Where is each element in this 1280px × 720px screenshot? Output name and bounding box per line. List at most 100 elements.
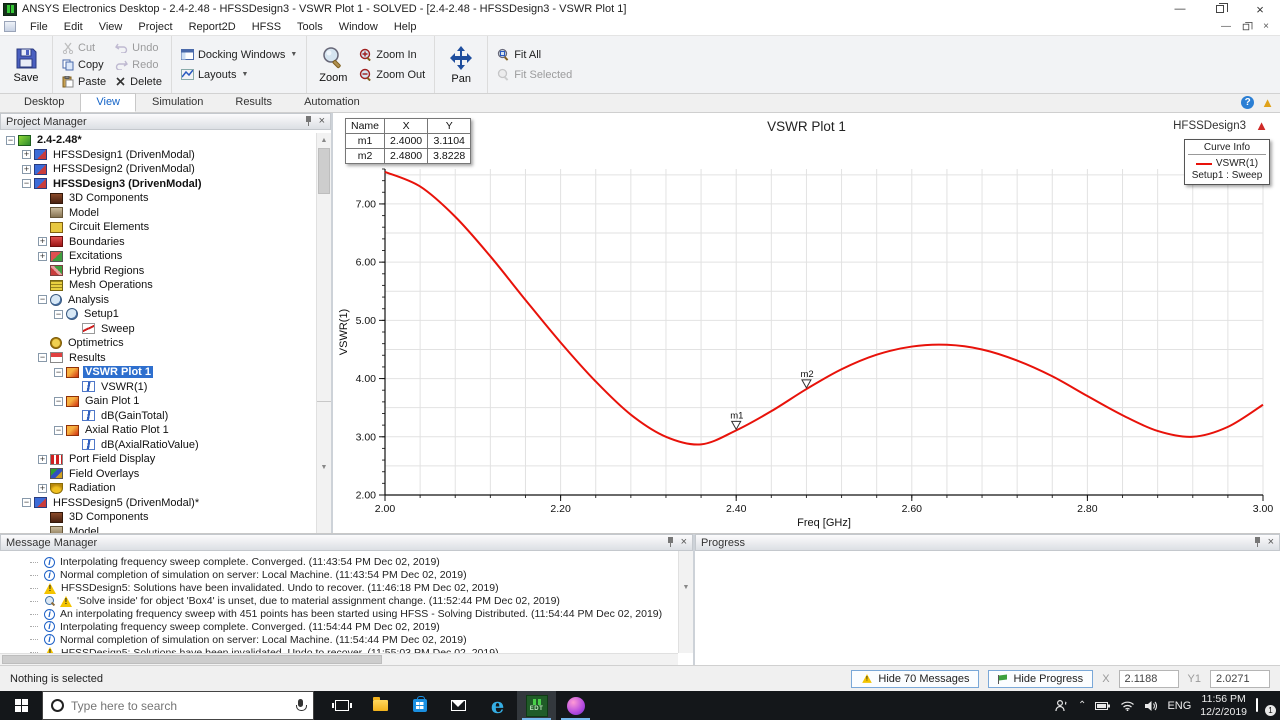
tree-item-model[interactable]: Model [0, 525, 331, 534]
delete-button[interactable]: Delete [113, 74, 164, 89]
message-item[interactable]: HFSSDesign5: Solutions have been invalid… [30, 582, 693, 595]
tab-results[interactable]: Results [219, 93, 288, 112]
save-button[interactable]: Save [7, 44, 45, 86]
expand-icon[interactable]: + [22, 150, 31, 159]
fit-selected-button[interactable]: Fit Selected [495, 67, 574, 82]
tree-item-port-field-display[interactable]: +Port Field Display [0, 452, 331, 467]
people-icon[interactable] [1055, 699, 1069, 712]
close-panel-icon[interactable]: × [319, 116, 325, 127]
scrollbar-thumb[interactable] [318, 148, 330, 194]
expand-icon[interactable]: + [38, 484, 47, 493]
volume-icon[interactable] [1144, 700, 1158, 712]
menu-help[interactable]: Help [386, 19, 425, 35]
child-minimize-button[interactable]: — [1218, 20, 1234, 33]
collapse-icon[interactable]: − [38, 353, 47, 362]
menu-file[interactable]: File [22, 19, 56, 35]
tree-item-vswr-1[interactable]: VSWR(1) [0, 380, 331, 395]
taskbar-search[interactable] [42, 691, 314, 720]
show-hidden-icons-icon[interactable]: ⌃ [1078, 700, 1086, 711]
help-icon[interactable]: ? [1241, 96, 1254, 109]
microphone-icon[interactable] [296, 699, 305, 712]
tree-item-hybrid-regions[interactable]: Hybrid Regions [0, 264, 331, 279]
collapse-icon[interactable]: − [54, 368, 63, 377]
close-panel-icon[interactable]: × [681, 537, 687, 548]
tree-item-circuit-elements[interactable]: Circuit Elements [0, 220, 331, 235]
cut-button[interactable]: Cut [60, 40, 108, 55]
message-hscrollbar[interactable] [0, 653, 678, 665]
start-button[interactable] [0, 691, 42, 720]
collapse-icon[interactable]: − [54, 310, 63, 319]
collapse-icon[interactable]: − [54, 397, 63, 406]
marker-table[interactable]: NameXY m12.40003.1104m22.48003.8228 [345, 118, 471, 164]
expand-icon[interactable]: + [38, 252, 47, 261]
file-explorer-button[interactable] [361, 691, 400, 720]
y-coordinate-field[interactable]: 2.0271 [1210, 670, 1270, 688]
photos-button[interactable] [556, 691, 595, 720]
scroll-down-icon[interactable]: ▼ [317, 401, 331, 533]
message-item[interactable]: iNormal completion of simulation on serv… [30, 633, 693, 646]
menu-window[interactable]: Window [331, 19, 386, 35]
fit-all-button[interactable]: Fit All [495, 47, 574, 62]
child-restore-button[interactable] [1238, 20, 1254, 33]
expand-icon[interactable]: + [22, 165, 31, 174]
menu-project[interactable]: Project [130, 19, 180, 35]
collapse-icon[interactable]: − [22, 498, 31, 507]
message-item[interactable]: 'Solve inside' for object 'Box4' is unse… [30, 595, 693, 608]
copy-button[interactable]: Copy [60, 57, 108, 72]
tab-desktop[interactable]: Desktop [8, 93, 80, 112]
scrollbar-thumb[interactable] [2, 655, 382, 664]
zoom-button[interactable]: Zoom [314, 44, 352, 86]
tree-item-mesh-operations[interactable]: Mesh Operations [0, 278, 331, 293]
scroll-up-icon[interactable]: ▲ [317, 133, 331, 147]
zoom-out-button[interactable]: Zoom Out [357, 67, 427, 82]
restore-button[interactable] [1200, 0, 1240, 18]
menu-tools[interactable]: Tools [289, 19, 331, 35]
scroll-down-icon[interactable]: ▼ [679, 551, 693, 653]
tree-item-optimetrics[interactable]: Optimetrics [0, 336, 331, 351]
message-item[interactable]: iInterpolating frequency sweep complete.… [30, 620, 693, 633]
tree-item-analysis[interactable]: −Analysis [0, 293, 331, 308]
expand-icon[interactable]: + [38, 237, 47, 246]
expand-icon[interactable]: + [38, 455, 47, 464]
collapse-icon[interactable]: − [54, 426, 63, 435]
tab-automation[interactable]: Automation [288, 93, 376, 112]
message-item[interactable]: iInterpolating frequency sweep complete.… [30, 556, 693, 569]
action-center-button[interactable]: 1 [1256, 699, 1272, 713]
project-tree-scrollbar[interactable]: ▲ ▼ [316, 133, 331, 533]
tree-item-results[interactable]: −Results [0, 351, 331, 366]
ansys-edt-button[interactable]: EDT [517, 691, 556, 720]
edge-button[interactable]: e [478, 691, 517, 720]
taskbar-clock[interactable]: 11:56 PM 12/2/2019 [1200, 693, 1247, 718]
tree-item-vswr-plot-1[interactable]: −VSWR Plot 1 [0, 365, 331, 380]
message-item[interactable]: iNormal completion of simulation on serv… [30, 569, 693, 582]
tree-item-hfssdesign5-drivenmodal[interactable]: −HFSSDesign5 (DrivenModal)* [0, 496, 331, 511]
zoom-in-button[interactable]: Zoom In [357, 47, 427, 62]
curve-info-legend[interactable]: Curve Info VSWR(1) Setup1 : Sweep [1184, 139, 1270, 185]
menu-edit[interactable]: Edit [56, 19, 91, 35]
vswr-chart[interactable]: 2.002.202.402.602.803.002.003.004.005.00… [333, 113, 1278, 533]
tree-item-db-gaintotal[interactable]: dB(GainTotal) [0, 409, 331, 424]
message-scrollbar[interactable]: ▲ ▼ [678, 551, 693, 653]
mail-button[interactable] [439, 691, 478, 720]
redo-button[interactable]: Redo [113, 57, 164, 72]
battery-icon[interactable] [1095, 701, 1111, 711]
tab-view[interactable]: View [80, 93, 136, 112]
tab-simulation[interactable]: Simulation [136, 93, 219, 112]
tree-item-3d-components[interactable]: 3D Components [0, 191, 331, 206]
task-view-button[interactable] [322, 691, 361, 720]
report-window[interactable]: 2.002.202.402.602.803.002.003.004.005.00… [333, 113, 1280, 533]
pin-icon[interactable] [1253, 537, 1262, 548]
collapse-icon[interactable]: − [6, 136, 15, 145]
search-input[interactable] [71, 699, 289, 713]
tree-item-radiation[interactable]: +Radiation [0, 481, 331, 496]
tree-item-gain-plot-1[interactable]: −Gain Plot 1 [0, 394, 331, 409]
tree-item-hfssdesign3-drivenmodal[interactable]: −HFSSDesign3 (DrivenModal) [0, 177, 331, 192]
tree-item-sweep[interactable]: Sweep [0, 322, 331, 337]
tree-item-hfssdesign1-drivenmodal[interactable]: +HFSSDesign1 (DrivenModal) [0, 148, 331, 163]
tree-item-hfssdesign2-drivenmodal[interactable]: +HFSSDesign2 (DrivenModal) [0, 162, 331, 177]
minimize-button[interactable]: — [1160, 0, 1200, 18]
undo-button[interactable]: Undo [113, 40, 164, 55]
pin-icon[interactable] [666, 537, 675, 548]
close-button[interactable]: × [1240, 0, 1280, 18]
language-indicator[interactable]: ENG [1167, 700, 1191, 712]
